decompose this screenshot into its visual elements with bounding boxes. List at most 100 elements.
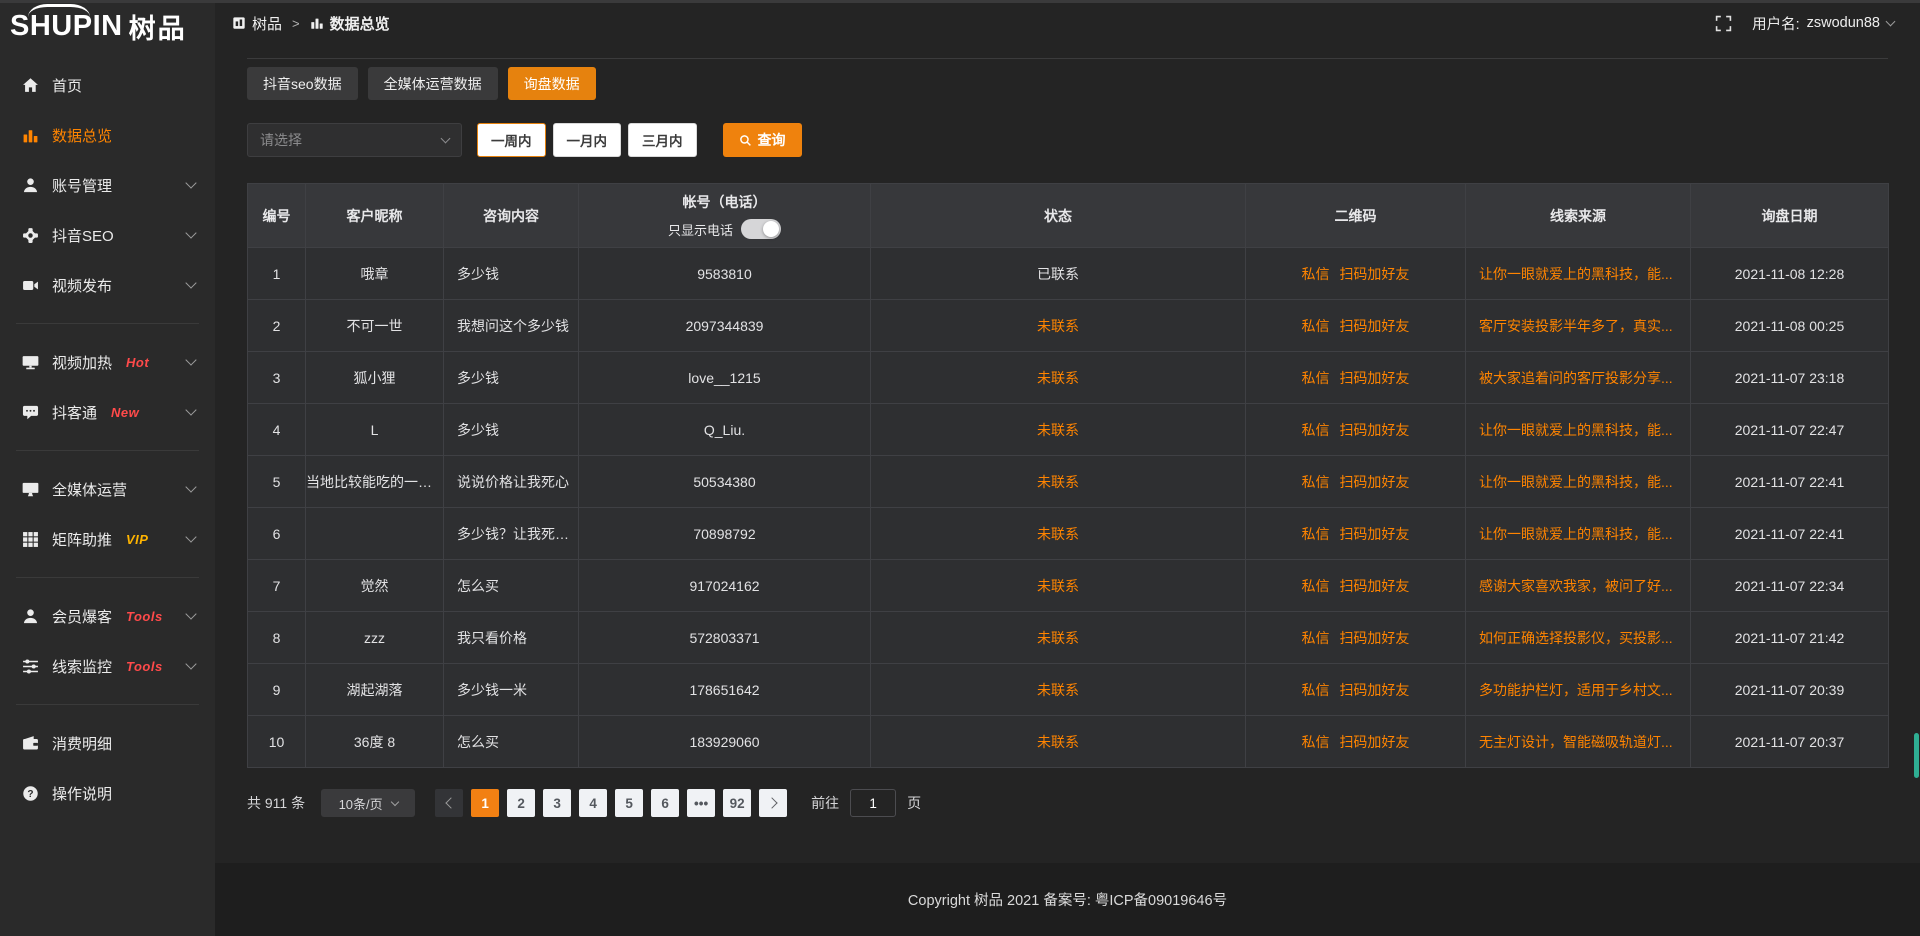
breadcrumb-item-0[interactable]: 树品: [232, 13, 282, 34]
svg-text:?: ?: [27, 789, 33, 800]
qr-link-private-message[interactable]: 私信: [1302, 318, 1330, 334]
table-row: 8 zzz 我只看价格 572803371 未联系 私信 扫码加好友 如何正确选…: [248, 612, 1889, 664]
search-button[interactable]: 查询: [723, 123, 802, 157]
cell-date: 2021-11-07 20:37: [1691, 716, 1889, 768]
sidebar-divider: [16, 704, 199, 705]
cell-qr: 私信 扫码加好友: [1246, 612, 1466, 664]
page-button-6[interactable]: 6: [651, 789, 679, 817]
cell-source[interactable]: 客厅安装投影半年多了，真实...: [1466, 300, 1691, 352]
cell-source[interactable]: 让你一眼就爱上的黑科技，能...: [1466, 248, 1691, 300]
cell-date: 2021-11-07 21:42: [1691, 612, 1889, 664]
qr-link-scan-add-friend[interactable]: 扫码加好友: [1339, 266, 1409, 282]
cell-source[interactable]: 让你一眼就爱上的黑科技，能...: [1466, 456, 1691, 508]
sidebar-item-badge: Hot: [126, 355, 149, 370]
qr-link-private-message[interactable]: 私信: [1302, 266, 1330, 282]
qr-link-scan-add-friend[interactable]: 扫码加好友: [1339, 630, 1409, 646]
sidebar-item-label: 数据总览: [52, 125, 112, 146]
prev-page-button[interactable]: [435, 789, 463, 817]
sidebar-item-label: 全媒体运营: [52, 479, 127, 500]
cell-source[interactable]: 让你一眼就爱上的黑科技，能...: [1466, 508, 1691, 560]
table-row: 3 狐小狸 多少钱 love__1215 未联系 私信 扫码加好友 被大家追着问…: [248, 352, 1889, 404]
bar-chart-icon: [22, 127, 39, 144]
qr-link-private-message[interactable]: 私信: [1302, 578, 1330, 594]
cell-source[interactable]: 让你一眼就爱上的黑科技，能...: [1466, 404, 1691, 456]
cell-source[interactable]: 无主灯设计，智能磁吸轨道灯...: [1466, 716, 1691, 768]
range-button-1[interactable]: 一月内: [553, 123, 622, 157]
cell-qr: 私信 扫码加好友: [1246, 248, 1466, 300]
qr-link-scan-add-friend[interactable]: 扫码加好友: [1339, 422, 1409, 438]
sidebar-item-4[interactable]: 视频发布: [0, 260, 215, 310]
qr-link-scan-add-friend[interactable]: 扫码加好友: [1339, 370, 1409, 386]
home-icon: [22, 77, 39, 94]
phone-only-toggle[interactable]: [741, 219, 781, 239]
cell-source[interactable]: 被大家追着问的客厅投影分享...: [1466, 352, 1691, 404]
sidebar-item-10[interactable]: 线索监控 Tools: [0, 641, 215, 691]
cell-date: 2021-11-07 20:39: [1691, 664, 1889, 716]
sidebar-item-12[interactable]: ? 操作说明: [0, 768, 215, 818]
cell-source[interactable]: 多功能护栏灯，适用于乡村文...: [1466, 664, 1691, 716]
page-button-3[interactable]: 3: [543, 789, 571, 817]
qr-link-scan-add-friend[interactable]: 扫码加好友: [1339, 578, 1409, 594]
qr-link-scan-add-friend[interactable]: 扫码加好友: [1339, 734, 1409, 750]
chevron-down-icon: [185, 354, 196, 365]
tab-0[interactable]: 抖音seo数据: [247, 67, 358, 100]
qr-link-private-message[interactable]: 私信: [1302, 630, 1330, 646]
qr-link-scan-add-friend[interactable]: 扫码加好友: [1339, 474, 1409, 490]
cell-account: 183929060: [579, 716, 871, 768]
sidebar-item-0[interactable]: 首页: [0, 60, 215, 110]
cell-content: 说说价格让我死心: [444, 456, 579, 508]
page-ellipsis[interactable]: •••: [687, 789, 715, 817]
sidebar-item-8[interactable]: 矩阵助推 VIP: [0, 514, 215, 564]
page-button-92[interactable]: 92: [723, 789, 751, 817]
next-page-button[interactable]: [759, 789, 787, 817]
sidebar-item-2[interactable]: 账号管理: [0, 160, 215, 210]
qr-link-scan-add-friend[interactable]: 扫码加好友: [1339, 682, 1409, 698]
sidebar-item-11[interactable]: 消费明细: [0, 718, 215, 768]
sidebar-item-6[interactable]: 抖客通 New: [0, 387, 215, 437]
sidebar-item-5[interactable]: 视频加热 Hot: [0, 337, 215, 387]
qr-link-private-message[interactable]: 私信: [1302, 526, 1330, 542]
qr-link-private-message[interactable]: 私信: [1302, 474, 1330, 490]
cell-id: 9: [248, 664, 306, 716]
page-size-select[interactable]: 10条/页: [321, 789, 415, 817]
chevron-down-icon: [185, 277, 196, 288]
username: zswodun88: [1807, 15, 1880, 31]
filter-select[interactable]: 请选择: [247, 123, 462, 157]
page-button-5[interactable]: 5: [615, 789, 643, 817]
sidebar-item-badge: VIP: [126, 532, 148, 547]
tab-1[interactable]: 全媒体运营数据: [368, 67, 498, 100]
page-button-4[interactable]: 4: [579, 789, 607, 817]
qr-link-private-message[interactable]: 私信: [1302, 682, 1330, 698]
qr-link-private-message[interactable]: 私信: [1302, 370, 1330, 386]
tab-2[interactable]: 询盘数据: [508, 67, 596, 100]
cell-source[interactable]: 感谢大家喜欢我家，被问了好...: [1466, 560, 1691, 612]
table-row: 7 觉然 怎么买 917024162 未联系 私信 扫码加好友 感谢大家喜欢我家…: [248, 560, 1889, 612]
qr-link-private-message[interactable]: 私信: [1302, 422, 1330, 438]
page-button-2[interactable]: 2: [507, 789, 535, 817]
sidebar-item-7[interactable]: 全媒体运营: [0, 464, 215, 514]
page-size-value: 10条/页: [339, 794, 383, 813]
qr-link-scan-add-friend[interactable]: 扫码加好友: [1339, 318, 1409, 334]
cell-source[interactable]: 如何正确选择投影仪，买投影...: [1466, 612, 1691, 664]
cell-id: 8: [248, 612, 306, 664]
scrollbar-thumb[interactable]: [1914, 733, 1919, 778]
sidebar-item-9[interactable]: 会员爆客 Tools: [0, 591, 215, 641]
page-button-1[interactable]: 1: [471, 789, 499, 817]
chevron-down-icon: [185, 177, 196, 188]
fullscreen-icon[interactable]: [1715, 15, 1732, 32]
qr-link-private-message[interactable]: 私信: [1302, 734, 1330, 750]
sidebar-item-3[interactable]: 抖音SEO: [0, 210, 215, 260]
user-menu[interactable]: 用户名: zswodun88: [1752, 13, 1894, 34]
range-button-0[interactable]: 一周内: [477, 123, 546, 157]
cell-date: 2021-11-08 12:28: [1691, 248, 1889, 300]
qr-link-scan-add-friend[interactable]: 扫码加好友: [1339, 526, 1409, 542]
range-button-2[interactable]: 三月内: [628, 123, 697, 157]
breadcrumb-item-1[interactable]: 数据总览: [310, 13, 390, 34]
sidebar-item-1[interactable]: 数据总览: [0, 110, 215, 160]
goto-page-input[interactable]: [850, 789, 896, 817]
cell-id: 6: [248, 508, 306, 560]
cell-account: 2097344839: [579, 300, 871, 352]
cell-nickname: 湖起湖落: [306, 664, 444, 716]
cell-account: 178651642: [579, 664, 871, 716]
cell-status: 未联系: [871, 300, 1246, 352]
